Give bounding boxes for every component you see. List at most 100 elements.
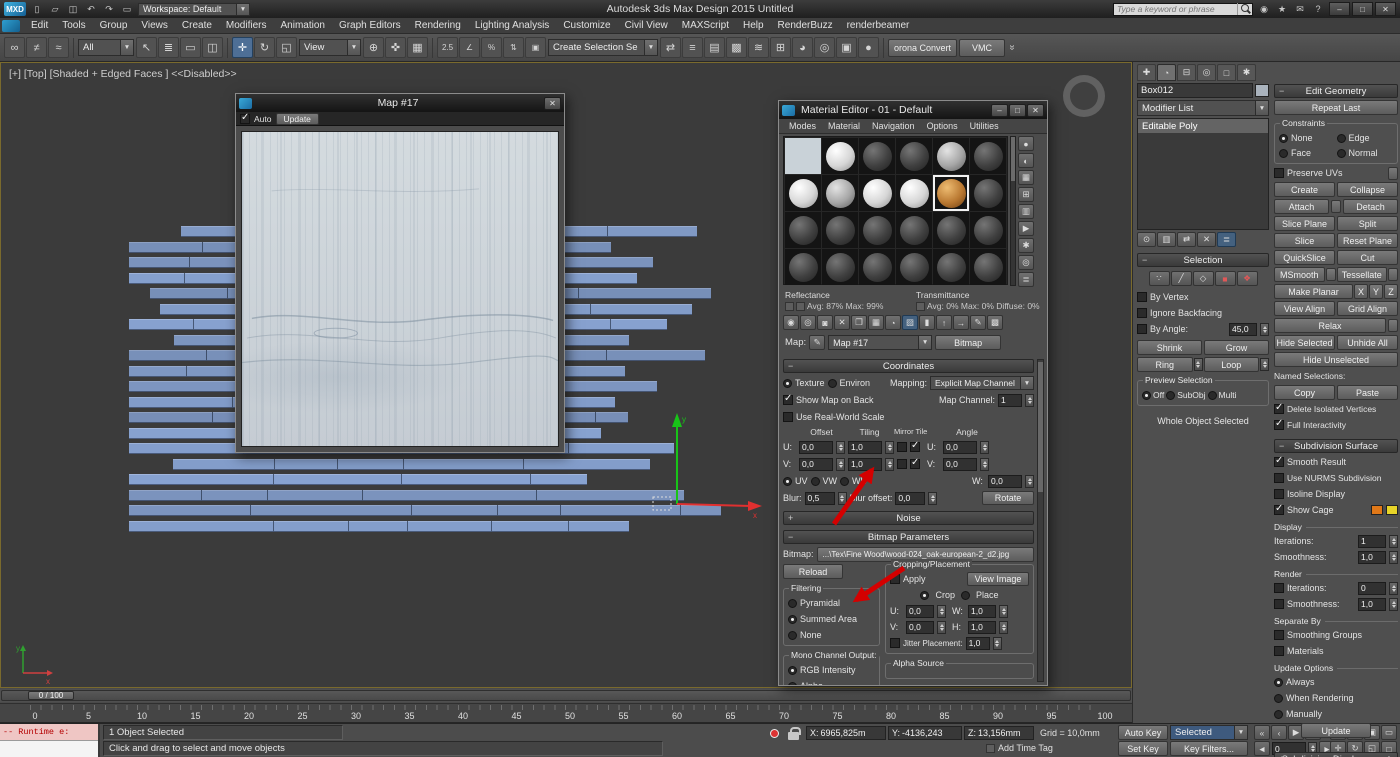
show-map-on-back-checkbox[interactable] [783, 393, 793, 405]
planar-z-button[interactable]: Z [1384, 284, 1398, 299]
select-by-name-icon[interactable]: ≣ [158, 37, 179, 58]
toolbar-overflow-icon[interactable]: » [1006, 45, 1017, 51]
materials-checkbox[interactable] [1274, 646, 1284, 656]
v-angle-field[interactable]: 0,0 [943, 457, 977, 471]
menu-item[interactable]: Group [93, 18, 135, 34]
menu-item[interactable]: Animation [273, 18, 331, 34]
close-button-icon[interactable]: ✕ [1027, 103, 1044, 117]
display-tab-icon[interactable]: □ [1217, 64, 1236, 81]
sample-type-icon[interactable]: ● [1018, 136, 1034, 151]
modify-tab-icon[interactable]: ◔ [1157, 64, 1176, 81]
auto-update-checkbox[interactable] [240, 112, 250, 124]
graphite-ribbon-icon[interactable]: ▩ [726, 37, 747, 58]
close-button-icon[interactable]: ✕ [1375, 2, 1396, 16]
render-smoothness-checkbox[interactable] [1274, 599, 1284, 609]
modifier-list-dropdown[interactable]: Modifier List ▼ [1137, 100, 1269, 116]
edge-mode-icon[interactable]: ╱ [1170, 271, 1192, 286]
rectangular-selection-region-icon[interactable]: ▭ [180, 37, 201, 58]
object-color-swatch[interactable] [1255, 84, 1269, 97]
material-sample-slot[interactable] [933, 138, 969, 174]
select-and-rotate-icon[interactable]: ↻ [254, 37, 275, 58]
pin-stack-icon[interactable]: ⊙ [1137, 232, 1156, 247]
show-end-result-toggle-icon[interactable]: ▥ [1157, 232, 1176, 247]
x-coordinate-field[interactable]: X: 6965,825m [806, 726, 886, 740]
edit-named-selection-sets-icon[interactable]: ▣ [525, 37, 546, 58]
favorites-icon[interactable]: ★ [1274, 2, 1290, 16]
cage-selected-color-swatch[interactable] [1386, 505, 1398, 515]
jitter-placement-checkbox[interactable] [890, 638, 900, 648]
update-button[interactable]: Update [275, 112, 319, 125]
auto-key-button[interactable]: Auto Key [1118, 725, 1168, 740]
environ-radio[interactable] [827, 378, 837, 388]
maximize-button-icon[interactable]: □ [1009, 103, 1026, 117]
spinner[interactable] [1389, 581, 1398, 595]
relax-button[interactable]: Relax [1274, 318, 1386, 333]
options-icon[interactable]: ✱ [1018, 238, 1034, 253]
make-material-copy-icon[interactable]: ❐ [851, 315, 867, 330]
move-gizmo[interactable]: y x [601, 411, 781, 523]
selection-filter-dropdown[interactable]: All ▼ [78, 39, 134, 56]
go-to-parent-icon[interactable]: ↑ [936, 315, 952, 330]
menu-item[interactable]: renderbeamer [840, 18, 917, 34]
border-mode-icon[interactable]: ◇ [1192, 271, 1214, 286]
select-and-move-icon[interactable]: ✛ [232, 37, 253, 58]
redo-icon[interactable]: ↷ [101, 2, 117, 16]
spinner[interactable] [885, 457, 894, 471]
map-type-button[interactable]: Bitmap [935, 335, 1002, 350]
preview-subobj-radio[interactable] [1166, 390, 1176, 400]
unhide-all-button[interactable]: Unhide All [1337, 335, 1398, 350]
corona-convert-button[interactable]: orona Convert [888, 38, 958, 57]
info-center-icon[interactable]: ✉ [1292, 2, 1308, 16]
relax-settings-button[interactable] [1388, 319, 1398, 332]
material-sample-slot[interactable] [822, 138, 858, 174]
time-slider-track[interactable]: 0 / 100 [1, 690, 1131, 701]
material-sample-slot[interactable] [785, 249, 821, 285]
crop-radio[interactable] [920, 590, 930, 600]
update-always-radio[interactable] [1274, 677, 1283, 687]
menu-item[interactable]: MAXScript [675, 18, 736, 34]
time-slider-handle[interactable]: 0 / 100 [28, 691, 74, 700]
blur-field[interactable]: 0,5 [804, 491, 835, 505]
blur-offset-field[interactable]: 0,0 [895, 491, 926, 505]
uv-radio[interactable] [783, 476, 792, 486]
attach-options-button[interactable] [1331, 200, 1341, 213]
material-sample-slot[interactable] [933, 249, 969, 285]
make-unique-icon[interactable]: ⇄ [1177, 232, 1196, 247]
material-sample-slot[interactable] [970, 249, 1006, 285]
modifier-stack[interactable]: Editable Poly [1137, 118, 1269, 230]
use-real-world-scale-checkbox[interactable] [783, 412, 793, 422]
cut-button[interactable]: Cut [1337, 250, 1398, 265]
motion-tab-icon[interactable]: ◎ [1197, 64, 1216, 81]
render-setup-icon[interactable]: ◎ [814, 37, 835, 58]
copy-button[interactable]: Copy [1274, 385, 1335, 400]
split-button[interactable]: Split [1337, 216, 1398, 231]
utilities-tab-icon[interactable]: ✱ [1237, 64, 1256, 81]
planar-x-button[interactable]: X [1354, 284, 1368, 299]
save-file-icon[interactable]: ◫ [65, 2, 81, 16]
material-sample-slot[interactable] [859, 175, 895, 211]
ignore-backfacing-checkbox[interactable] [1137, 308, 1147, 318]
detach-button[interactable]: Detach [1343, 199, 1398, 214]
v-offset-field[interactable]: 0,0 [799, 457, 833, 471]
backlight-icon[interactable]: ◐ [1018, 153, 1034, 168]
wu-radio[interactable] [840, 476, 850, 486]
menu-item[interactable]: Lighting Analysis [468, 18, 557, 34]
track-bar-ruler[interactable]: 0 5 10 15 20 25 30 35 40 45 50 55 60 65 70 75 80 85 90 95 10… [0, 703, 1132, 723]
u-tiling-field[interactable]: 1,0 [848, 440, 882, 454]
v-tiling-field[interactable]: 1,0 [848, 457, 882, 471]
v-mirror-checkbox[interactable] [897, 459, 907, 469]
render-production-icon[interactable]: ● [858, 37, 879, 58]
configure-modifier-sets-icon[interactable]: ≣ [1217, 232, 1236, 247]
material-editor-titlebar[interactable]: Material Editor - 01 - Default – □ ✕ [779, 101, 1047, 119]
spinner[interactable] [999, 620, 1008, 634]
show-end-result-icon[interactable]: ▮ [919, 315, 935, 330]
preview-multi-radio[interactable] [1207, 390, 1217, 400]
spinner[interactable] [980, 457, 989, 471]
percent-snap-icon[interactable]: % [481, 37, 502, 58]
update-button[interactable]: Update [1301, 723, 1371, 738]
collapse-button[interactable]: Collapse [1337, 182, 1398, 197]
make-preview-icon[interactable]: ▶ [1018, 221, 1034, 236]
reset-map-icon[interactable]: ✕ [834, 315, 850, 330]
attach-button[interactable]: Attach [1274, 199, 1329, 214]
material-sample-slot[interactable] [933, 212, 969, 248]
